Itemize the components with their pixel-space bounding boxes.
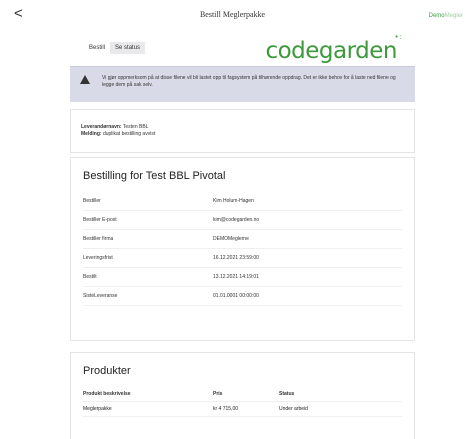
message-value: duplikat bestilling avvist — [102, 131, 156, 137]
logo-dots-icon: •: — [394, 33, 403, 41]
top-bar: < Bestill Meglerpakke DemoMegler — [0, 0, 465, 30]
warning-text: Vi gjør oppmerksom på at disse filene vi… — [102, 75, 396, 88]
row-key: Bestiller E-post — [83, 217, 117, 223]
header-description: Produkt beskrivelse — [83, 391, 131, 397]
products-panel: Produkter Produkt beskrivelse Pris Statu… — [70, 352, 415, 439]
order-panel: Bestilling for Test BBL Pivotal Bestille… — [70, 157, 415, 341]
page-title: Bestill Meglerpakke — [199, 10, 266, 19]
table-row: Bestiller E-post kim@codegarden.no — [83, 211, 402, 230]
products-header-row: Produkt beskrivelse Pris Status — [83, 387, 402, 402]
row-value: 16.12.2021 23:59:00 — [213, 255, 259, 261]
row-value: DEMOMeglerne — [213, 236, 249, 242]
product-status: Under arbeid — [279, 406, 308, 412]
logo-text: codegarden — [265, 38, 397, 64]
row-value: 13.12.2021 14:19:01 — [213, 274, 259, 280]
table-row: Bestiller Kim Holum-Hagen — [83, 192, 402, 211]
codegarden-logo: codegarden •: — [265, 33, 402, 64]
row-key: Bestiller firma — [83, 236, 114, 242]
warning-banner: Vi gjør oppmerksom på at disse filene vi… — [70, 66, 415, 102]
row-value: 01.01.0001 00:00:00 — [213, 293, 259, 299]
tab-se-status[interactable]: Se status — [110, 42, 146, 54]
table-row: Bestilt 13.12.2021 14:19:01 — [83, 268, 402, 287]
product-price: kr 4 715,00 — [213, 406, 239, 412]
message-label: Melding: — [81, 131, 102, 137]
header-price: Pris — [213, 391, 223, 397]
row-key: Bestiller — [83, 198, 101, 204]
row-value: kim@codegarden.no — [213, 217, 260, 223]
table-row: Leveringsfrist 16.12.2021 23:59:00 — [83, 249, 402, 268]
brand-label: DemoMegler — [429, 13, 463, 19]
supplier-info-panel: Leverandørnavn: Testen BBL Melding: dupl… — [70, 109, 415, 153]
row-key: Bestilt — [83, 274, 97, 280]
row-key: Leveringsfrist — [83, 255, 113, 261]
row-value: Kim Holum-Hagen — [213, 198, 254, 204]
supplier-value: Testen BBL — [122, 124, 149, 130]
product-description: Meglerpakke — [83, 406, 112, 412]
supplier-line: Leverandørnavn: Testen BBL — [81, 124, 404, 131]
supplier-label: Leverandørnavn: — [81, 124, 122, 130]
row-key: SisteLeveranse — [83, 293, 118, 299]
table-row: Bestiller firma DEMOMeglerne — [83, 230, 402, 249]
warning-triangle-icon — [80, 75, 90, 84]
message-line: Melding: duplikat bestilling avvist — [81, 131, 404, 138]
table-row: Meglerpakke kr 4 715,00 Under arbeid — [83, 402, 402, 417]
header-status: Status — [279, 391, 295, 397]
brand-part-a: Demo — [428, 13, 445, 19]
brand-part-b: Megler — [444, 13, 463, 19]
tab-bestill[interactable]: Bestill — [84, 42, 110, 54]
order-title: Bestilling for Test BBL Pivotal — [83, 170, 226, 182]
products-title: Produkter — [83, 365, 131, 377]
table-row: SisteLeveranse 01.01.0001 00:00:00 — [83, 287, 402, 306]
tab-bar: Bestill Se status — [84, 42, 146, 54]
